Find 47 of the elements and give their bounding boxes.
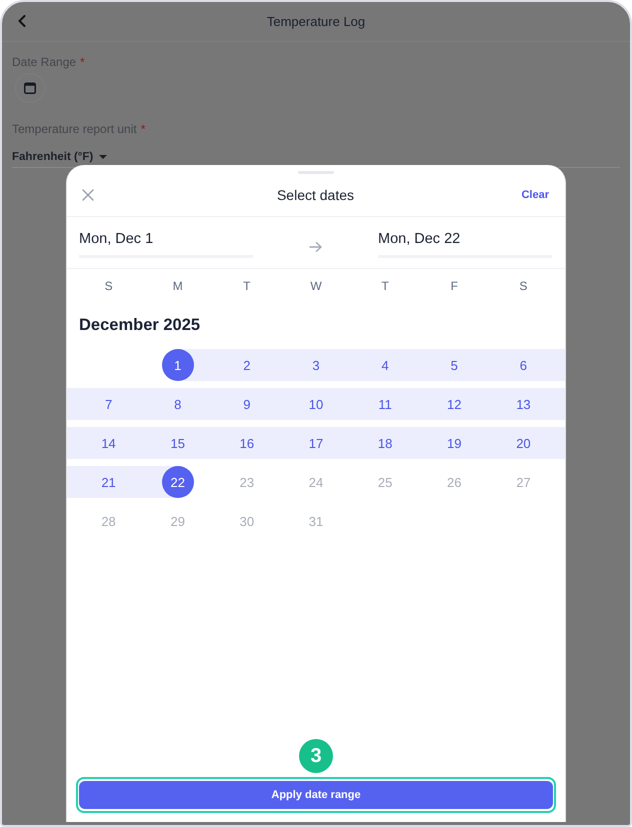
end-date-field[interactable]: Mon, Dec 22 <box>378 231 552 258</box>
day-button[interactable]: 2 <box>230 349 263 381</box>
day-button[interactable]: 13 <box>507 388 540 420</box>
weekday-label: S <box>519 279 528 293</box>
weekday-label: T <box>243 279 251 293</box>
day-button[interactable]: 10 <box>300 388 332 420</box>
apply-button[interactable]: Apply date range <box>79 781 553 809</box>
weekday-label: T <box>381 279 389 293</box>
day-button[interactable]: 14 <box>92 427 125 459</box>
day-button[interactable]: 11 <box>369 388 402 420</box>
weekday-label: W <box>310 279 322 293</box>
day-button[interactable]: 16 <box>230 427 263 459</box>
day-button[interactable]: 9 <box>230 388 263 420</box>
day-button[interactable]: 17 <box>300 427 332 459</box>
day-button[interactable]: 1 <box>162 349 194 381</box>
unit-dropdown[interactable]: Fahrenheit (°F) <box>12 149 108 165</box>
required-mark: * <box>140 121 146 137</box>
required-mark: * <box>80 54 85 70</box>
sheet-title: Select dates <box>276 187 354 203</box>
day-button[interactable]: 8 <box>162 388 194 420</box>
weekday-label: S <box>104 279 113 293</box>
back-button[interactable] <box>16 14 28 28</box>
chevron-left-icon <box>18 15 26 27</box>
step-badge: 3 <box>299 739 333 773</box>
day-button[interactable]: 20 <box>507 427 540 459</box>
day-button[interactable]: 6 <box>507 349 540 381</box>
day-button[interactable]: 5 <box>438 349 470 381</box>
month-title: December 2025 <box>79 315 200 336</box>
day-button[interactable]: 7 <box>92 388 125 420</box>
day-button[interactable]: 3 <box>300 349 332 381</box>
weekday-label: M <box>172 279 183 293</box>
day-button[interactable]: 18 <box>369 427 402 459</box>
clear-link[interactable]: Clear <box>521 189 549 201</box>
close-icon <box>82 189 94 201</box>
weekday-label: F <box>450 279 458 293</box>
day-button[interactable]: 15 <box>162 427 194 459</box>
close-button[interactable] <box>82 189 94 201</box>
start-date-field[interactable]: Mon, Dec 1 <box>79 231 253 258</box>
day-button[interactable]: 21 <box>92 466 125 498</box>
arrow-right-icon <box>309 242 322 252</box>
page-title: Temperature Log <box>266 14 366 29</box>
day-button[interactable]: 4 <box>369 349 402 381</box>
calendar-icon <box>24 82 36 94</box>
day-button[interactable]: 19 <box>438 427 470 459</box>
day-button[interactable]: 12 <box>438 388 470 420</box>
calendar-button[interactable] <box>15 73 45 103</box>
caret-icon <box>99 155 108 159</box>
